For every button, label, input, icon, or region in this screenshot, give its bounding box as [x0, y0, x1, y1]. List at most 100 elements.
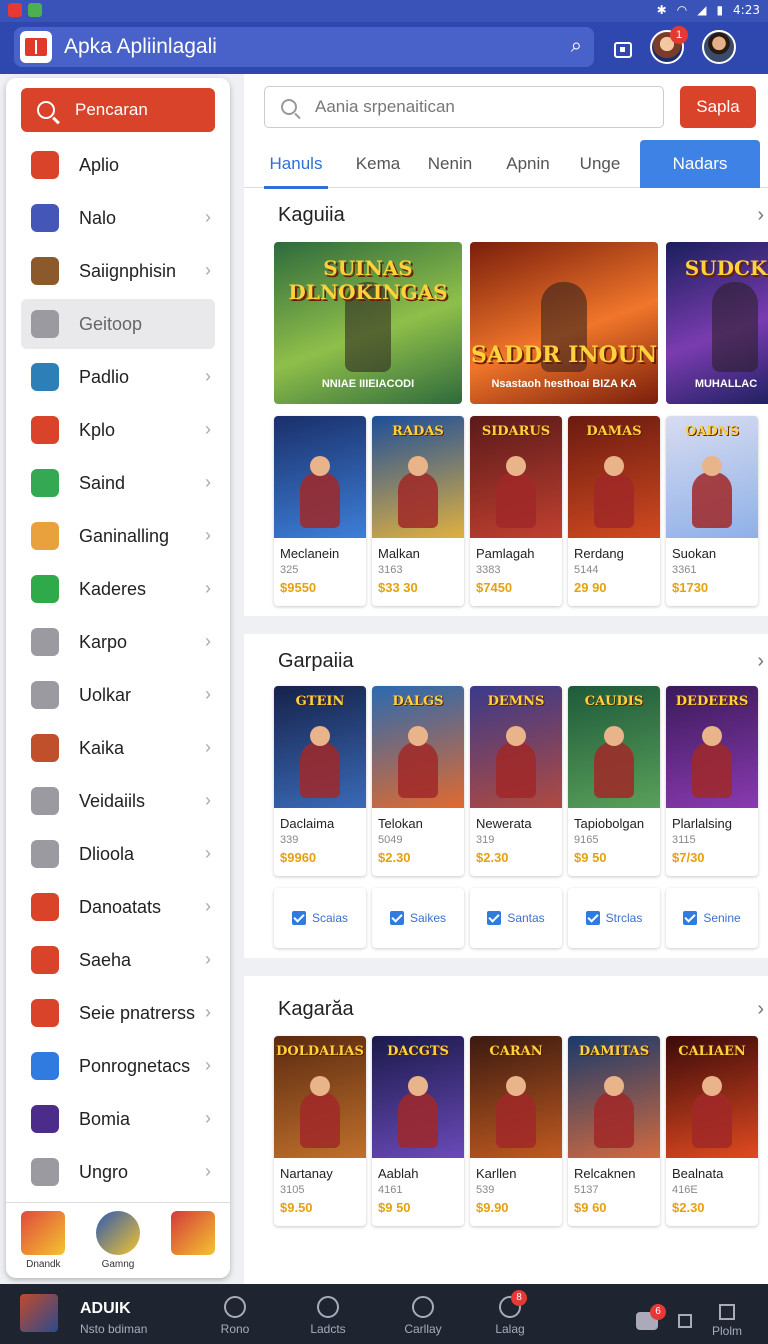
- hero-head: [408, 456, 428, 476]
- user-avatar[interactable]: [702, 30, 736, 64]
- sidebar-item-2[interactable]: Saiignphisin ›: [21, 246, 215, 296]
- sidebar-item-19[interactable]: Ungro ›: [21, 1147, 215, 1197]
- sidebar-item-16[interactable]: Seie pnatrerss ›: [21, 988, 215, 1038]
- game-card[interactable]: DOLDALIAS Nartanay 3105 $9.50: [274, 1036, 366, 1226]
- chevron-right-icon[interactable]: ›: [757, 204, 764, 227]
- game-card[interactable]: DAMAS Rerdang 5144 29 90: [568, 416, 660, 606]
- notification-app-icon: [8, 3, 22, 17]
- filter-button[interactable]: Strclas: [568, 888, 660, 948]
- sidebar-item-8[interactable]: Kaderes ›: [21, 564, 215, 614]
- puzzle-icon[interactable]: 6: [636, 1304, 666, 1330]
- sidebar-search-button[interactable]: Pencaran: [21, 88, 215, 132]
- bottom-tile-0[interactable]: Dnandk: [13, 1211, 73, 1278]
- banner-1[interactable]: SADDR INOUN Nsastaoh hesthoai BIZA KA: [470, 242, 658, 404]
- nav-item-1[interactable]: Ladcts: [293, 1296, 363, 1336]
- game-name: Nartanay: [280, 1166, 333, 1181]
- game-card[interactable]: OADNS Suokan 3361 $1730: [666, 416, 758, 606]
- game-card[interactable]: CARAN Karllen 539 $9.90: [470, 1036, 562, 1226]
- sidebar-item-18[interactable]: Bomia ›: [21, 1094, 215, 1144]
- sidebar-item-4[interactable]: Padlio ›: [21, 352, 215, 402]
- profile-subtitle: Nsto bdiman: [80, 1322, 148, 1336]
- banner-0[interactable]: SUINAS DLNOKINGAS NNIAE IIIEIACODI: [274, 242, 462, 404]
- game-card[interactable]: CALIAEN Bealnata 416E $2.30: [666, 1036, 758, 1226]
- game-card[interactable]: SIDARUS Pamlagah 3383 $7450: [470, 416, 562, 606]
- hero-body: [496, 1092, 536, 1148]
- game-art-title: DAMITAS: [578, 1044, 650, 1059]
- tab-4[interactable]: Unge: [572, 140, 628, 188]
- game-card[interactable]: GTEIN Daclaima 339 $9960: [274, 686, 366, 876]
- game-card[interactable]: DACGTS Aablah 4161 $9 50: [372, 1036, 464, 1226]
- sidebar-item-label: Bomia: [79, 1108, 131, 1129]
- chevron-right-icon: ›: [205, 578, 211, 598]
- game-art-title: CALIAEN: [678, 1044, 746, 1059]
- chevron-right-icon: ›: [205, 737, 211, 757]
- sidebar-item-label: Saind: [79, 472, 126, 493]
- filter-button[interactable]: Saikes: [372, 888, 464, 948]
- game-art-title: DEDEERS: [675, 694, 749, 709]
- nav-item-3[interactable]: 8 Lalag: [475, 1290, 545, 1336]
- filter-button[interactable]: Scaias: [274, 888, 366, 948]
- game-card[interactable]: Meclanein 325 $9550: [274, 416, 366, 606]
- sidebar-item-10[interactable]: Uolkar ›: [21, 670, 215, 720]
- game-art-title: DAMAS: [586, 424, 642, 439]
- game-card[interactable]: DALGS Telokan 5049 $2.30: [372, 686, 464, 876]
- sidebar-item-11[interactable]: Kaika ›: [21, 723, 215, 773]
- sidebar-item-5[interactable]: Kplo ›: [21, 405, 215, 455]
- game-price: $9.50: [280, 1200, 313, 1215]
- sidebar-item-14[interactable]: Danoatats ›: [21, 882, 215, 932]
- game-art: OADNS: [666, 416, 758, 538]
- chevron-right-icon: ›: [205, 366, 211, 386]
- tab-3[interactable]: Apnin: [500, 140, 556, 188]
- tile-icon: [170, 1211, 215, 1255]
- bottom-tile-1[interactable]: Gamng: [88, 1211, 148, 1278]
- banner-2[interactable]: SUDCK MUHALLAC: [666, 242, 768, 404]
- sidebar-item-15[interactable]: Saeha ›: [21, 935, 215, 985]
- flag-icon: [31, 787, 59, 815]
- tab-2[interactable]: Nenin: [420, 140, 480, 188]
- tab-1[interactable]: Kema: [348, 140, 408, 188]
- sidebar-item-7[interactable]: Ganinalling ›: [21, 511, 215, 561]
- sidebar-item-17[interactable]: Ponrognetacs ›: [21, 1041, 215, 1091]
- game-art-title: DACGTS: [387, 1044, 449, 1059]
- window-icon[interactable]: [614, 42, 632, 58]
- game-name: Relcaknen: [574, 1166, 636, 1181]
- tab-0[interactable]: Hanuls: [264, 140, 328, 189]
- search-button[interactable]: Sapla: [680, 86, 756, 128]
- game-avatar-icon[interactable]: 1: [650, 26, 688, 64]
- square-icon[interactable]: [678, 1314, 692, 1328]
- game-card[interactable]: CAUDIS Tapiobolgan 9165 $9 50: [568, 686, 660, 876]
- sidebar-item-0[interactable]: Aplio: [21, 140, 215, 190]
- plolm-button[interactable]: Plolm: [712, 1304, 742, 1338]
- tab-5[interactable]: Nadars: [640, 140, 760, 188]
- game-meta: 539: [476, 1184, 495, 1196]
- filter-button[interactable]: Santas: [470, 888, 562, 948]
- sidebar-item-9[interactable]: Karpo ›: [21, 617, 215, 667]
- search-input[interactable]: Aania srpenaitican: [264, 86, 664, 128]
- banner-subtitle: Nsastaoh hesthoai BIZA KA: [491, 378, 637, 390]
- chevron-right-icon[interactable]: ›: [757, 650, 764, 673]
- game-card[interactable]: DAMITAS Relcaknen 5137 $9 60: [568, 1036, 660, 1226]
- sidebar-item-12[interactable]: Veidaiils ›: [21, 776, 215, 826]
- sidebar-item-13[interactable]: Dlioola ›: [21, 829, 215, 879]
- sidebar-item-1[interactable]: Nalo ›: [21, 193, 215, 243]
- profile-avatar[interactable]: [20, 1294, 58, 1332]
- search-icon[interactable]: ⌕: [571, 35, 582, 58]
- bottom-tile-2[interactable]: [163, 1211, 223, 1278]
- game-card[interactable]: DEDEERS Plarlalsing 3115 $7/30: [666, 686, 758, 876]
- search-icon: [281, 99, 297, 115]
- nav-label: Ladcts: [310, 1322, 346, 1336]
- nav-item-2[interactable]: Carllay: [388, 1296, 458, 1336]
- sidebar-item-3[interactable]: Geitoop: [21, 299, 215, 349]
- chevron-right-icon[interactable]: ›: [757, 998, 764, 1021]
- filter-button[interactable]: Senine: [666, 888, 758, 948]
- hero-body: [496, 472, 536, 528]
- nav-item-0[interactable]: Rono: [200, 1296, 270, 1336]
- sidebar-item-6[interactable]: Saind ›: [21, 458, 215, 508]
- game-art-title: DALGS: [392, 694, 444, 709]
- game-price: 29 90: [574, 580, 607, 595]
- game-name: Suokan: [672, 546, 717, 561]
- game-card[interactable]: DEMNS Newerata 319 $2.30: [470, 686, 562, 876]
- game-price: $2.30: [378, 850, 411, 865]
- game-art-title: DEMNS: [487, 694, 545, 709]
- game-card[interactable]: RADAS Malkan 3163 $33 30: [372, 416, 464, 606]
